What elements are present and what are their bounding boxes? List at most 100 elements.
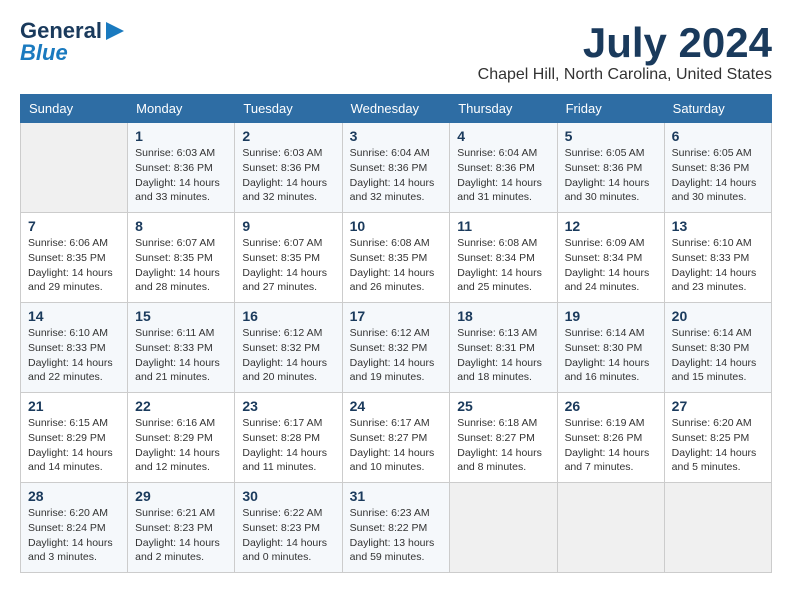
calendar-cell: 2Sunrise: 6:03 AMSunset: 8:36 PMDaylight… [235,123,342,213]
calendar-cell: 28 Sunrise: 6:20 AMSunset: 8:24 PMDayligh… [21,483,128,573]
column-header-monday: Monday [128,95,235,123]
logo-blue: Blue [20,42,68,64]
day-number: 23 [242,398,334,414]
cell-content: Sunrise: 6:21 AMSunset: 8:23 PMDaylight:… [135,506,227,565]
calendar-cell: 18 Sunrise: 6:13 AMSunset: 8:31 PMDayligh… [450,303,557,393]
day-number: 31 [350,488,443,504]
page-header: General Blue July 2024 Chapel Hill, Nort… [20,20,772,84]
day-number: 15 [135,308,227,324]
day-number: 27 [672,398,764,414]
day-number: 21 [28,398,120,414]
cell-content: Sunrise: 6:23 AMSunset: 8:22 PMDaylight:… [350,506,443,565]
cell-content: Sunrise: 6:07 AMSunset: 8:35 PMDaylight:… [242,236,334,295]
day-number: 19 [565,308,657,324]
cell-content: Sunrise: 6:22 AMSunset: 8:23 PMDaylight:… [242,506,334,565]
calendar-cell: 30 Sunrise: 6:22 AMSunset: 8:23 PMDayligh… [235,483,342,573]
day-number: 10 [350,218,443,234]
day-number: 14 [28,308,120,324]
cell-content: Sunrise: 6:05 AMSunset: 8:36 PMDaylight:… [565,146,657,205]
cell-content: Sunrise: 6:19 AMSunset: 8:26 PMDaylight:… [565,416,657,475]
day-number: 1 [135,128,227,144]
column-header-wednesday: Wednesday [342,95,450,123]
cell-content: Sunrise: 6:14 AMSunset: 8:30 PMDaylight:… [672,326,764,385]
calendar-cell [664,483,771,573]
column-header-friday: Friday [557,95,664,123]
calendar-cell: 20Sunrise: 6:14 AMSunset: 8:30 PMDayligh… [664,303,771,393]
day-number: 29 [135,488,227,504]
calendar-cell: 10Sunrise: 6:08 AMSunset: 8:35 PMDayligh… [342,213,450,303]
calendar-cell: 23 Sunrise: 6:17 AMSunset: 8:28 PMDayligh… [235,393,342,483]
logo-general: General [20,20,102,42]
day-number: 22 [135,398,227,414]
column-header-sunday: Sunday [21,95,128,123]
cell-content: Sunrise: 6:17 AMSunset: 8:28 PMDaylight:… [242,416,334,475]
calendar-cell: 25 Sunrise: 6:18 AMSunset: 8:27 PMDayligh… [450,393,557,483]
calendar-cell [21,123,128,213]
cell-content: Sunrise: 6:08 AMSunset: 8:34 PMDaylight:… [457,236,549,295]
calendar-table: SundayMondayTuesdayWednesdayThursdayFrid… [20,94,772,573]
calendar-cell: 4Sunrise: 6:04 AMSunset: 8:36 PMDaylight… [450,123,557,213]
cell-content: Sunrise: 6:12 AMSunset: 8:32 PMDaylight:… [350,326,443,385]
calendar-cell: 13Sunrise: 6:10 AMSunset: 8:33 PMDayligh… [664,213,771,303]
month-title: July 2024 [478,20,772,66]
day-number: 17 [350,308,443,324]
cell-content: Sunrise: 6:03 AMSunset: 8:36 PMDaylight:… [135,146,227,205]
calendar-cell: 21Sunrise: 6:15 AMSunset: 8:29 PMDayligh… [21,393,128,483]
calendar-cell: 27 Sunrise: 6:20 AMSunset: 8:25 PMDayligh… [664,393,771,483]
day-number: 25 [457,398,549,414]
calendar-cell: 31 Sunrise: 6:23 AMSunset: 8:22 PMDayligh… [342,483,450,573]
cell-content: Sunrise: 6:20 AMSunset: 8:24 PMDaylight:… [28,506,120,565]
cell-content: Sunrise: 6:06 AMSunset: 8:35 PMDaylight:… [28,236,120,295]
day-number: 24 [350,398,443,414]
cell-content: Sunrise: 6:04 AMSunset: 8:36 PMDaylight:… [350,146,443,205]
day-number: 11 [457,218,549,234]
calendar-cell: 6 Sunrise: 6:05 AMSunset: 8:36 PMDaylight… [664,123,771,213]
calendar-cell: 19 Sunrise: 6:14 AMSunset: 8:30 PMDayligh… [557,303,664,393]
day-number: 6 [672,128,764,144]
calendar-cell: 9 Sunrise: 6:07 AMSunset: 8:35 PMDaylight… [235,213,342,303]
day-number: 3 [350,128,443,144]
day-number: 9 [242,218,334,234]
day-number: 12 [565,218,657,234]
calendar-cell: 14 Sunrise: 6:10 AMSunset: 8:33 PMDayligh… [21,303,128,393]
calendar-header-row: SundayMondayTuesdayWednesdayThursdayFrid… [21,95,772,123]
calendar-cell: 1 Sunrise: 6:03 AMSunset: 8:36 PMDaylight… [128,123,235,213]
day-number: 18 [457,308,549,324]
calendar-cell: 16Sunrise: 6:12 AMSunset: 8:32 PMDayligh… [235,303,342,393]
day-number: 28 [28,488,120,504]
cell-content: Sunrise: 6:05 AMSunset: 8:36 PMDaylight:… [672,146,764,205]
calendar-cell: 26Sunrise: 6:19 AMSunset: 8:26 PMDayligh… [557,393,664,483]
calendar-cell [557,483,664,573]
logo: General Blue [20,20,124,64]
calendar-body: 1 Sunrise: 6:03 AMSunset: 8:36 PMDaylight… [21,123,772,573]
calendar-cell: 8Sunrise: 6:07 AMSunset: 8:35 PMDaylight… [128,213,235,303]
calendar-cell: 17 Sunrise: 6:12 AMSunset: 8:32 PMDayligh… [342,303,450,393]
column-header-tuesday: Tuesday [235,95,342,123]
cell-content: Sunrise: 6:07 AMSunset: 8:35 PMDaylight:… [135,236,227,295]
cell-content: Sunrise: 6:09 AMSunset: 8:34 PMDaylight:… [565,236,657,295]
calendar-cell: 24 Sunrise: 6:17 AMSunset: 8:27 PMDayligh… [342,393,450,483]
week-row-1: 1 Sunrise: 6:03 AMSunset: 8:36 PMDaylight… [21,123,772,213]
week-row-2: 7Sunrise: 6:06 AMSunset: 8:35 PMDaylight… [21,213,772,303]
calendar-cell [450,483,557,573]
day-number: 30 [242,488,334,504]
cell-content: Sunrise: 6:20 AMSunset: 8:25 PMDaylight:… [672,416,764,475]
calendar-cell: 29 Sunrise: 6:21 AMSunset: 8:23 PMDayligh… [128,483,235,573]
cell-content: Sunrise: 6:16 AMSunset: 8:29 PMDaylight:… [135,416,227,475]
column-header-thursday: Thursday [450,95,557,123]
cell-content: Sunrise: 6:04 AMSunset: 8:36 PMDaylight:… [457,146,549,205]
day-number: 5 [565,128,657,144]
calendar-cell: 7Sunrise: 6:06 AMSunset: 8:35 PMDaylight… [21,213,128,303]
cell-content: Sunrise: 6:11 AMSunset: 8:33 PMDaylight:… [135,326,227,385]
cell-content: Sunrise: 6:14 AMSunset: 8:30 PMDaylight:… [565,326,657,385]
cell-content: Sunrise: 6:13 AMSunset: 8:31 PMDaylight:… [457,326,549,385]
cell-content: Sunrise: 6:10 AMSunset: 8:33 PMDaylight:… [28,326,120,385]
cell-content: Sunrise: 6:17 AMSunset: 8:27 PMDaylight:… [350,416,443,475]
location-title: Chapel Hill, North Carolina, United Stat… [478,66,772,84]
week-row-4: 21Sunrise: 6:15 AMSunset: 8:29 PMDayligh… [21,393,772,483]
cell-content: Sunrise: 6:18 AMSunset: 8:27 PMDaylight:… [457,416,549,475]
calendar-cell: 22 Sunrise: 6:16 AMSunset: 8:29 PMDayligh… [128,393,235,483]
cell-content: Sunrise: 6:03 AMSunset: 8:36 PMDaylight:… [242,146,334,205]
calendar-cell: 5 Sunrise: 6:05 AMSunset: 8:36 PMDaylight… [557,123,664,213]
cell-content: Sunrise: 6:10 AMSunset: 8:33 PMDaylight:… [672,236,764,295]
